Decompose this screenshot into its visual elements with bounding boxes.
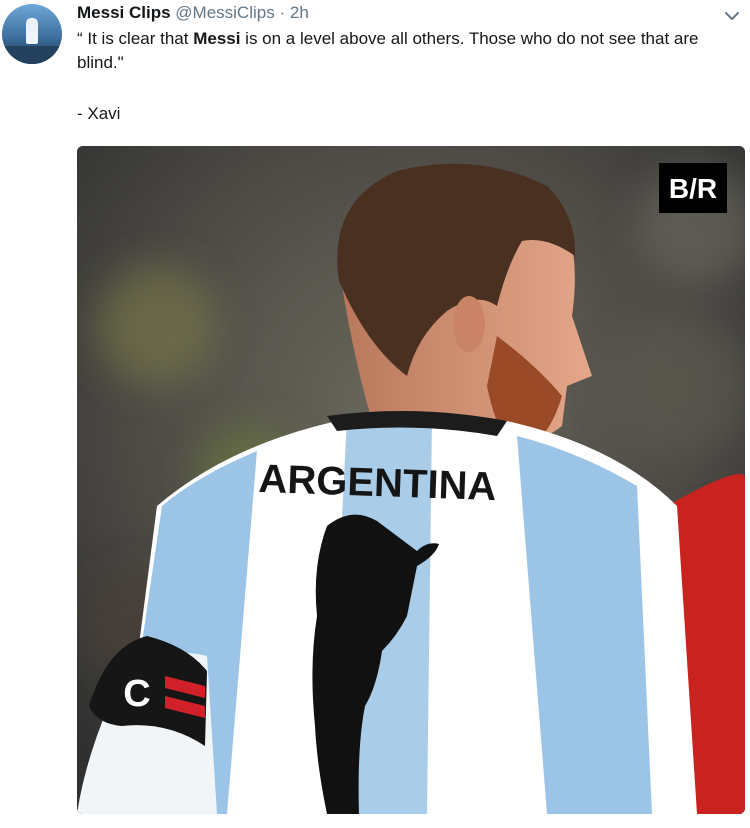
tweet-image[interactable]: ARGENTINA C B/R bbox=[77, 146, 745, 814]
bold-name: Messi bbox=[193, 29, 241, 48]
handle[interactable]: @MessiClips bbox=[175, 3, 274, 22]
display-name[interactable]: Messi Clips bbox=[77, 3, 171, 22]
photo: ARGENTINA C B/R bbox=[77, 146, 745, 814]
quote-text: “ It is clear that Messi is on a level a… bbox=[77, 29, 699, 72]
timestamp[interactable]: 2h bbox=[290, 3, 309, 22]
avatar[interactable] bbox=[2, 4, 62, 64]
br-logo: B/R bbox=[659, 163, 727, 213]
jersey-text: ARGENTINA bbox=[258, 457, 497, 509]
avatar-figure bbox=[26, 18, 38, 44]
tweet-header: Messi Clips @MessiClips · 2h bbox=[77, 3, 309, 23]
avatar-ground bbox=[2, 46, 62, 64]
attribution: - Xavi bbox=[77, 104, 121, 123]
tweet-text: “ It is clear that Messi is on a level a… bbox=[77, 27, 737, 126]
br-logo-text: B/R bbox=[669, 173, 717, 204]
ear bbox=[453, 296, 485, 352]
armband-letter: C bbox=[123, 673, 150, 715]
separator: · bbox=[279, 3, 286, 22]
chevron-down-icon[interactable] bbox=[724, 8, 740, 24]
